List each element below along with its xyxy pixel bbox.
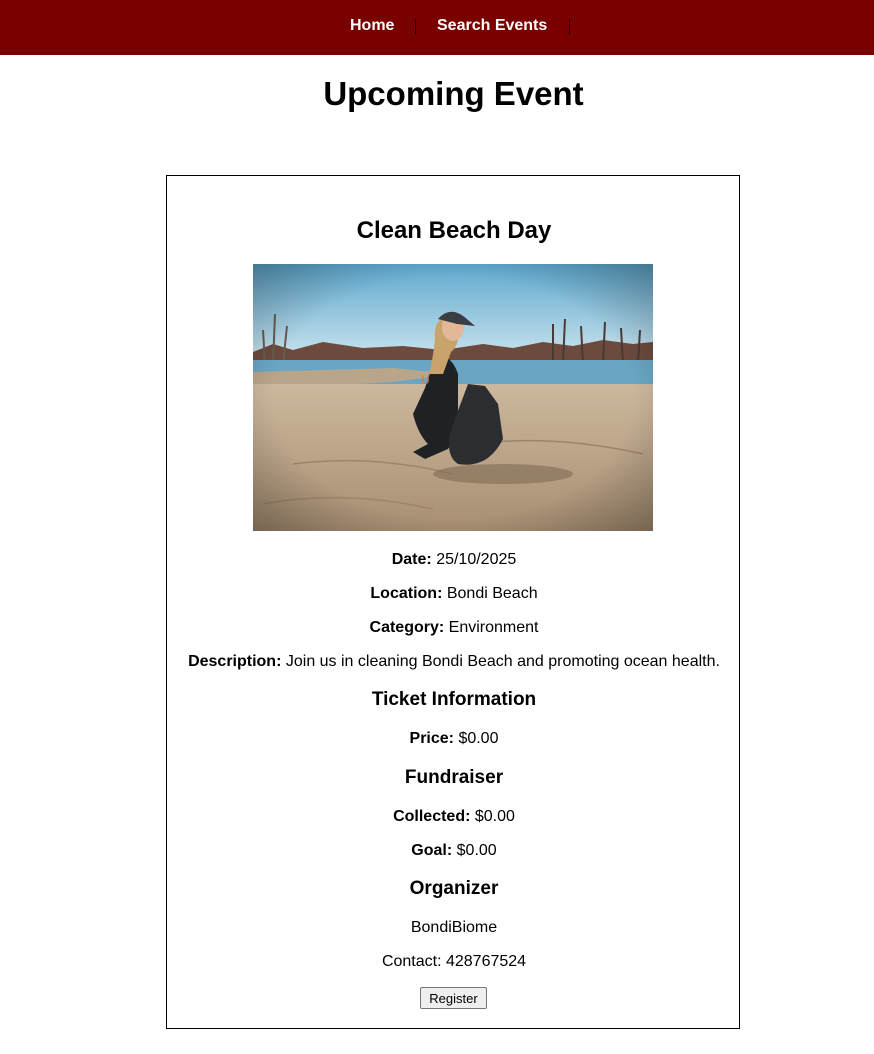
event-category-label: Category:: [369, 619, 445, 636]
event-card: Clean Beach Day Date: 25/10/2025 Locatio…: [166, 175, 740, 1029]
organizer-heading: Organizer: [409, 878, 499, 899]
ticket-info-heading: Ticket Information: [371, 689, 537, 710]
page-title: Upcoming Event: [323, 75, 584, 112]
event-location-label: Location:: [370, 585, 443, 602]
fundraiser-collected-value: $0.00: [474, 808, 515, 825]
event-image: U: [253, 264, 653, 531]
register-button[interactable]: Register: [420, 987, 487, 1009]
event-description: Description: Join us in cleaning Bondi B…: [167, 652, 741, 672]
event-date-value: 25/10/2025: [436, 551, 517, 568]
event-description-label: Description:: [188, 653, 282, 670]
event-date-label: Date:: [391, 551, 432, 568]
nav-separator: [415, 19, 416, 34]
event-date: Date: 25/10/2025: [167, 550, 741, 570]
event-category-value: Environment: [448, 619, 539, 636]
nav-home-link[interactable]: Home: [350, 16, 394, 36]
fundraiser-collected-label: Collected:: [393, 808, 471, 825]
event-title: Clean Beach Day: [356, 217, 552, 244]
event-location-value: Bondi Beach: [446, 585, 538, 602]
event-location: Location: Bondi Beach: [167, 584, 741, 604]
fundraiser-goal-value: $0.00: [456, 842, 497, 859]
ticket-price: Price: $0.00: [167, 729, 741, 749]
nav-separator: [569, 19, 570, 34]
fundraiser-goal-label: Goal:: [411, 842, 453, 859]
ticket-price-label: Price:: [409, 730, 454, 747]
fundraiser-heading: Fundraiser: [404, 767, 504, 788]
fundraiser-collected: Collected: $0.00: [167, 807, 741, 827]
event-category: Category: Environment: [167, 618, 741, 638]
organizer-contact: Contact: 428767524: [381, 953, 527, 970]
top-navbar: Home Search Events: [0, 0, 874, 55]
organizer-name: BondiBiome: [410, 919, 498, 936]
event-description-value: Join us in cleaning Bondi Beach and prom…: [285, 653, 720, 670]
ticket-price-value: $0.00: [458, 730, 499, 747]
nav-search-events-link[interactable]: Search Events: [437, 16, 547, 36]
fundraiser-goal: Goal: $0.00: [167, 841, 741, 861]
